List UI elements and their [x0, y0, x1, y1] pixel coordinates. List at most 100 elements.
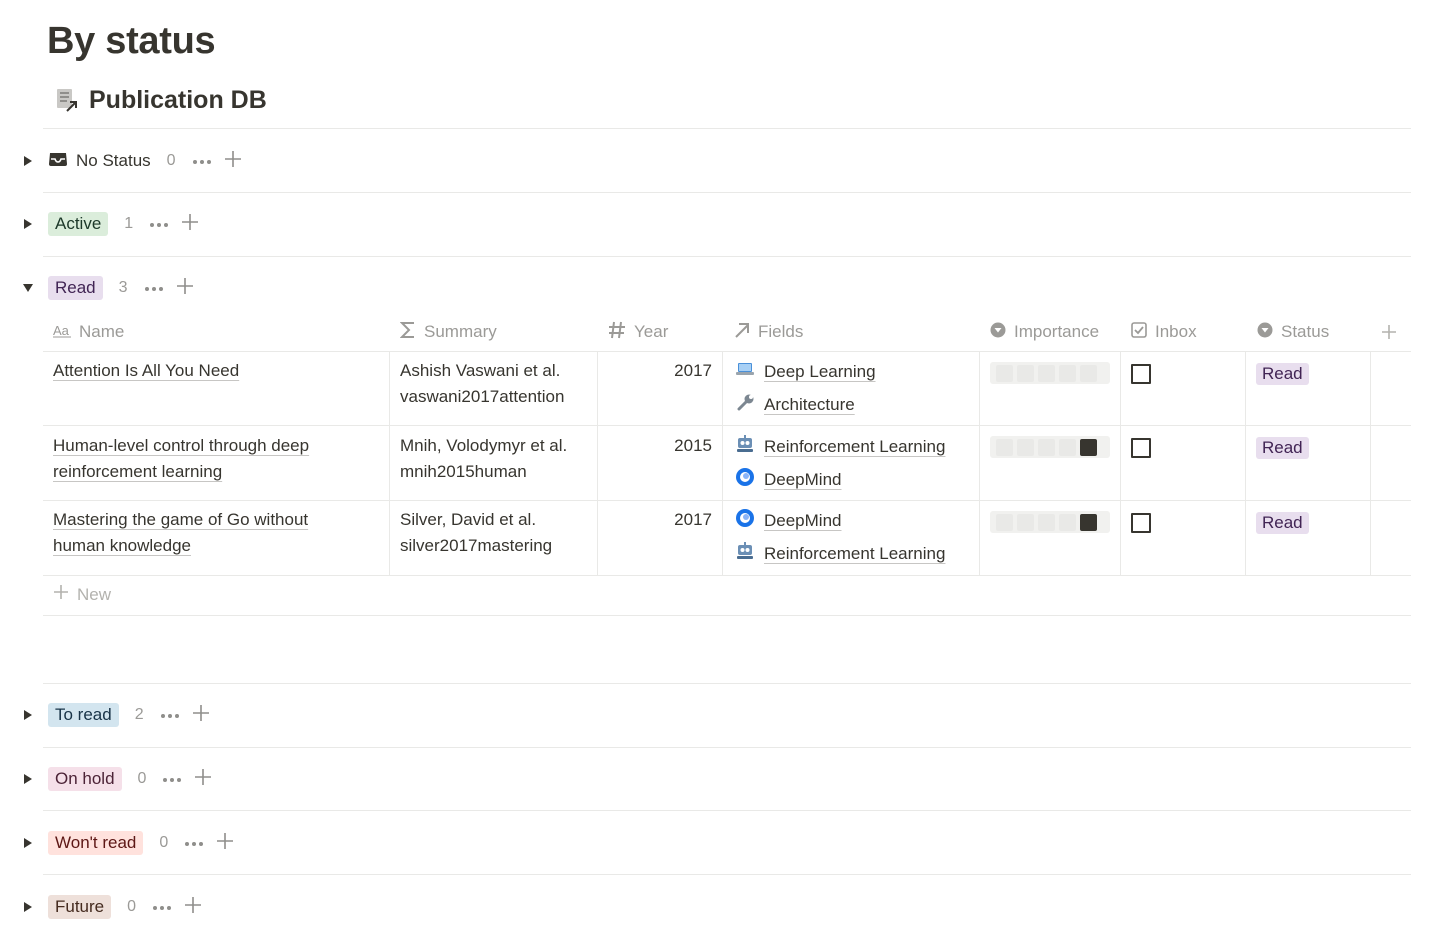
more-options-icon[interactable]	[184, 834, 204, 852]
field-relation[interactable]: DeepMind	[735, 504, 945, 537]
row-title-link[interactable]: Mastering the game of Go without	[53, 510, 308, 529]
database-title[interactable]: Publication DB	[55, 86, 267, 115]
group-to-read[interactable]: To read 2	[20, 700, 210, 730]
toggle-collapsed-icon[interactable]	[20, 707, 36, 723]
divider	[43, 615, 1411, 616]
database-title-label: Publication DB	[89, 86, 267, 114]
inbox-checkbox[interactable]	[1131, 513, 1151, 533]
field-relation[interactable]: Architecture	[735, 388, 876, 421]
summary-authors: Ashish Vaswani et al.	[400, 361, 561, 380]
group-label-pill: On hold	[48, 767, 122, 791]
table-row[interactable]: Attention Is All You Need Ashish Vaswani…	[43, 352, 1411, 426]
group-count: 0	[166, 152, 176, 169]
field-relation[interactable]: Reinforcement Learning	[735, 537, 945, 570]
wrench-icon	[735, 393, 755, 416]
importance-rating[interactable]	[990, 511, 1110, 533]
linked-database-icon	[55, 87, 79, 115]
status-pill[interactable]: Read	[1256, 512, 1309, 534]
toggle-collapsed-icon[interactable]	[20, 771, 36, 787]
group-label-pill: Active	[48, 212, 109, 236]
divider	[43, 683, 1411, 684]
year-value: 2017	[674, 510, 712, 529]
column-header-fields[interactable]: Fields	[734, 312, 803, 352]
group-active[interactable]: Active 1	[20, 209, 199, 239]
deepmind-icon	[735, 467, 755, 492]
summary-citekey: mnih2015human	[400, 462, 527, 481]
relation-arrow-icon	[734, 322, 750, 343]
deepmind-icon	[735, 508, 755, 533]
divider	[43, 874, 1411, 875]
divider	[43, 747, 1411, 748]
toggle-collapsed-icon[interactable]	[20, 835, 36, 851]
column-header-year[interactable]: Year	[608, 312, 668, 352]
table-header: Aa Name Summary Year Fields Importance I…	[43, 312, 1411, 352]
add-icon[interactable]	[184, 896, 202, 919]
summary-citekey: vaswani2017attention	[400, 387, 565, 406]
field-relation[interactable]: Deep Learning	[735, 355, 876, 388]
row-title-link[interactable]: Attention Is All You Need	[53, 361, 239, 380]
group-wont-read[interactable]: Won't read 0	[20, 828, 234, 858]
year-value: 2017	[674, 361, 712, 380]
table-row[interactable]: Human-level control through deep reinfor…	[43, 426, 1411, 501]
toggle-expanded-icon[interactable]	[20, 280, 36, 296]
group-label-pill: Read	[48, 276, 103, 300]
divider	[43, 128, 1411, 129]
add-icon[interactable]	[181, 213, 199, 236]
group-no-status[interactable]: No Status 0	[20, 146, 242, 176]
more-options-icon[interactable]	[192, 152, 212, 170]
divider	[43, 810, 1411, 811]
group-count: 0	[127, 898, 137, 915]
field-relation[interactable]: Reinforcement Learning	[735, 430, 945, 463]
field-relation[interactable]: DeepMind	[735, 463, 945, 496]
summary-citekey: silver2017mastering	[400, 536, 553, 555]
group-label-pill: To read	[48, 703, 119, 727]
select-property-icon	[990, 322, 1006, 343]
number-hash-icon	[608, 321, 626, 344]
importance-rating[interactable]	[990, 362, 1110, 384]
table-row[interactable]: Mastering the game of Go without human k…	[43, 501, 1411, 576]
summary-authors: Mnih, Volodymyr et al.	[400, 436, 568, 455]
add-icon[interactable]	[194, 768, 212, 791]
inbox-checkbox[interactable]	[1131, 438, 1151, 458]
checkbox-property-icon	[1131, 321, 1147, 343]
svg-text:Aa: Aa	[53, 323, 70, 338]
toggle-collapsed-icon[interactable]	[20, 216, 36, 232]
select-property-icon	[1257, 322, 1273, 343]
row-title-link-cont[interactable]: human knowledge	[53, 536, 191, 555]
year-value: 2015	[674, 436, 712, 455]
toggle-collapsed-icon[interactable]	[20, 153, 36, 169]
inbox-checkbox[interactable]	[1131, 364, 1151, 384]
group-future[interactable]: Future 0	[20, 892, 202, 922]
add-icon[interactable]	[224, 150, 242, 173]
more-options-icon[interactable]	[162, 770, 182, 788]
text-property-icon: Aa	[53, 322, 71, 343]
summary-authors: Silver, David et al.	[400, 510, 537, 529]
status-pill[interactable]: Read	[1256, 437, 1309, 459]
more-options-icon[interactable]	[152, 898, 172, 916]
add-icon[interactable]	[216, 832, 234, 855]
row-title-link[interactable]: Human-level control through deep	[53, 436, 309, 455]
toggle-collapsed-icon[interactable]	[20, 899, 36, 915]
importance-rating[interactable]	[990, 436, 1110, 458]
divider	[43, 256, 1411, 257]
status-pill[interactable]: Read	[1256, 363, 1309, 385]
row-title-link-cont[interactable]: reinforcement learning	[53, 462, 222, 481]
column-header-name[interactable]: Aa Name	[53, 312, 124, 352]
group-count: 1	[124, 215, 134, 232]
column-header-summary[interactable]: Summary	[399, 312, 497, 352]
group-read[interactable]: Read 3	[20, 273, 194, 303]
add-icon[interactable]	[192, 704, 210, 727]
column-header-inbox[interactable]: Inbox	[1131, 312, 1197, 352]
robot-icon	[735, 542, 755, 565]
column-header-status[interactable]: Status	[1257, 312, 1329, 352]
column-header-importance[interactable]: Importance	[990, 312, 1099, 352]
more-options-icon[interactable]	[144, 279, 164, 297]
add-column-icon[interactable]	[1381, 312, 1397, 352]
more-options-icon[interactable]	[149, 215, 169, 233]
new-row-button[interactable]: New	[53, 584, 111, 605]
add-icon[interactable]	[176, 277, 194, 300]
formula-sigma-icon	[399, 321, 416, 344]
more-options-icon[interactable]	[160, 706, 180, 724]
group-label-pill: Future	[48, 895, 112, 919]
group-on-hold[interactable]: On hold 0	[20, 764, 212, 794]
